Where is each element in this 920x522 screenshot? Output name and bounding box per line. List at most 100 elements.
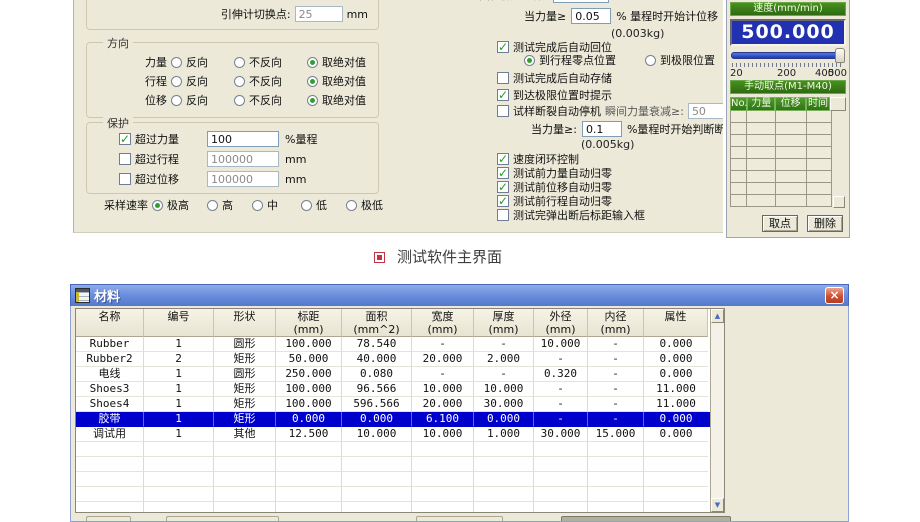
speed-slider-track[interactable]: [731, 52, 844, 59]
scroll-up-icon[interactable]: ▲: [711, 309, 724, 323]
table-cell[interactable]: [144, 457, 214, 472]
return-coeff-input[interactable]: [553, 0, 609, 3]
table-cell[interactable]: [76, 442, 144, 457]
table-cell[interactable]: [644, 502, 708, 513]
points-cell[interactable]: [730, 171, 747, 183]
table-cell[interactable]: [412, 502, 474, 513]
points-cell[interactable]: [747, 195, 776, 207]
table-cell[interactable]: 1: [144, 412, 214, 427]
table-row[interactable]: Shoes41矩形100.000596.56620.00030.000--11.…: [76, 397, 724, 412]
table-cell[interactable]: [342, 502, 412, 513]
points-cell[interactable]: [747, 123, 776, 135]
table-cell[interactable]: 其他: [214, 427, 276, 442]
table-row-empty[interactable]: [76, 442, 724, 457]
table-cell[interactable]: [276, 472, 342, 487]
table-cell[interactable]: 10.000: [412, 382, 474, 397]
table-cell[interactable]: [76, 472, 144, 487]
table-cell[interactable]: 0.000: [276, 412, 342, 427]
materials-column-header[interactable]: 属性: [644, 309, 708, 337]
radio-reverse[interactable]: [171, 76, 182, 87]
table-cell[interactable]: 1: [144, 382, 214, 397]
table-cell[interactable]: [474, 457, 534, 472]
points-cell[interactable]: [730, 147, 747, 159]
table-cell[interactable]: [474, 487, 534, 502]
table-cell[interactable]: 96.566: [342, 382, 412, 397]
table-cell[interactable]: [342, 472, 412, 487]
points-cell[interactable]: [747, 159, 776, 171]
table-cell[interactable]: -: [588, 412, 644, 427]
over-force-checkbox[interactable]: [119, 133, 131, 145]
table-cell[interactable]: [534, 472, 588, 487]
table-cell[interactable]: Shoes4: [76, 397, 144, 412]
materials-column-header[interactable]: 厚度(mm): [474, 309, 534, 337]
table-cell[interactable]: 12.500: [276, 427, 342, 442]
table-cell[interactable]: -: [588, 397, 644, 412]
table-cell[interactable]: [412, 442, 474, 457]
points-cell[interactable]: [776, 159, 807, 171]
table-cell[interactable]: 矩形: [214, 397, 276, 412]
points-header-button[interactable]: [830, 97, 846, 111]
table-cell[interactable]: 1: [144, 427, 214, 442]
table-cell[interactable]: -: [534, 397, 588, 412]
points-cell[interactable]: [730, 183, 747, 195]
materials-column-header[interactable]: 宽度(mm): [412, 309, 474, 337]
table-cell[interactable]: [342, 487, 412, 502]
table-cell[interactable]: [534, 457, 588, 472]
table-cell[interactable]: 30.000: [474, 397, 534, 412]
radio-return-zero[interactable]: [524, 55, 535, 66]
table-cell[interactable]: [144, 487, 214, 502]
scroll-down-icon[interactable]: ▼: [711, 498, 724, 512]
table-cell[interactable]: 78.540: [342, 337, 412, 352]
table-cell[interactable]: 0.000: [644, 367, 708, 382]
table-cell[interactable]: 100.000: [276, 397, 342, 412]
displacement-start-input[interactable]: [571, 8, 611, 24]
table-cell[interactable]: [214, 472, 276, 487]
table-cell[interactable]: 10.000: [412, 427, 474, 442]
points-row[interactable]: [730, 147, 832, 159]
table-cell[interactable]: 11.000: [644, 382, 708, 397]
radio-no-reverse[interactable]: [234, 95, 245, 106]
table-cell[interactable]: 矩形: [214, 382, 276, 397]
table-cell[interactable]: -: [474, 337, 534, 352]
points-cell[interactable]: [776, 183, 807, 195]
break-stop-input[interactable]: [688, 103, 723, 119]
table-cell[interactable]: -: [588, 337, 644, 352]
table-cell[interactable]: 1: [144, 337, 214, 352]
table-cell[interactable]: 0.000: [342, 412, 412, 427]
points-cell[interactable]: [747, 183, 776, 195]
table-cell[interactable]: [588, 442, 644, 457]
table-cell[interactable]: [144, 502, 214, 513]
table-cell[interactable]: [588, 502, 644, 513]
points-row[interactable]: [730, 135, 832, 147]
column-header-time[interactable]: 时间: [806, 97, 831, 111]
table-row-empty[interactable]: [76, 472, 724, 487]
cutoff-button[interactable]: [86, 516, 131, 522]
displacement-zero-checkbox[interactable]: [497, 181, 509, 193]
table-cell[interactable]: [214, 442, 276, 457]
break-stop-checkbox[interactable]: [497, 105, 509, 117]
points-cell[interactable]: [747, 171, 776, 183]
table-cell[interactable]: 30.000: [534, 427, 588, 442]
points-cell[interactable]: [807, 195, 832, 207]
points-cell[interactable]: [807, 147, 832, 159]
table-cell[interactable]: 0.320: [534, 367, 588, 382]
table-cell[interactable]: [534, 502, 588, 513]
table-cell[interactable]: 矩形: [214, 352, 276, 367]
points-cell[interactable]: [730, 111, 747, 123]
points-row[interactable]: [730, 171, 832, 183]
table-cell[interactable]: [412, 472, 474, 487]
speed-loop-checkbox[interactable]: [497, 153, 509, 165]
over-stroke-checkbox[interactable]: [119, 153, 131, 165]
table-cell[interactable]: [644, 472, 708, 487]
points-cell[interactable]: [730, 135, 747, 147]
table-cell[interactable]: 596.566: [342, 397, 412, 412]
over-displacement-input[interactable]: [207, 171, 279, 187]
table-cell[interactable]: 1: [144, 397, 214, 412]
table-cell[interactable]: [474, 442, 534, 457]
table-cell[interactable]: [76, 457, 144, 472]
column-header-force[interactable]: 力量: [747, 97, 775, 111]
auto-save-checkbox[interactable]: [497, 72, 509, 84]
table-cell[interactable]: -: [534, 412, 588, 427]
points-corner-button[interactable]: [833, 196, 845, 208]
points-row[interactable]: [730, 159, 832, 171]
